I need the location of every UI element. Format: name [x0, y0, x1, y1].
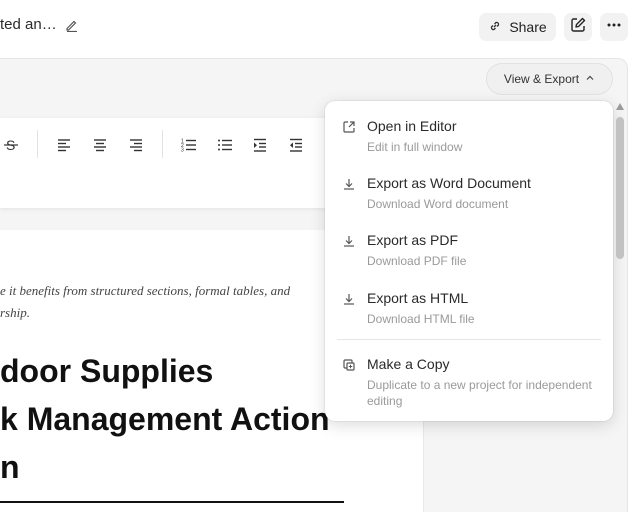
document-title[interactable]: ted an… — [0, 16, 79, 33]
menu-item-label: Open in Editor — [367, 118, 457, 134]
intro-line: e it benefits from structured sections, … — [0, 283, 291, 298]
link-icon — [488, 19, 502, 36]
intro-line: rship. — [0, 305, 30, 320]
view-export-menu: Open in Editor Edit in full window Expor… — [325, 101, 613, 421]
menu-item-export-html[interactable]: Export as HTML Download HTML file — [325, 290, 613, 330]
menu-divider — [337, 339, 601, 340]
external-link-icon — [342, 120, 356, 134]
download-icon — [342, 292, 356, 306]
chevron-up-icon — [585, 72, 595, 86]
heading-line: n — [0, 449, 20, 485]
toolbar-divider — [37, 130, 38, 158]
heading-line: door Supplies — [0, 353, 214, 389]
align-left-icon[interactable] — [55, 136, 73, 154]
view-export-label: View & Export — [503, 72, 580, 86]
scroll-up-arrow-icon[interactable] — [616, 103, 624, 110]
menu-item-export-word[interactable]: Export as Word Document Download Word do… — [325, 175, 613, 215]
menu-item-description: Edit in full window — [367, 140, 463, 154]
heading-rule — [0, 501, 344, 503]
menu-item-description: Download Word document — [367, 197, 509, 211]
align-right-icon[interactable] — [127, 136, 145, 154]
menu-item-make-copy[interactable]: Make a Copy Duplicate to a new project f… — [325, 356, 613, 408]
share-button[interactable]: Share — [479, 13, 556, 41]
share-label: Share — [509, 19, 547, 35]
indent-icon[interactable] — [251, 136, 269, 154]
download-icon — [342, 177, 356, 191]
menu-item-export-pdf[interactable]: Export as PDF Download PDF file — [325, 232, 613, 272]
document-title-text: ted an… — [0, 16, 57, 33]
copy-icon — [342, 358, 356, 372]
compose-icon — [569, 16, 587, 39]
align-center-icon[interactable] — [91, 136, 109, 154]
menu-item-label: Make a Copy — [367, 356, 450, 372]
pencil-icon[interactable] — [65, 18, 79, 32]
scrollbar-thumb[interactable] — [616, 117, 624, 259]
outdent-icon[interactable] — [287, 136, 305, 154]
strikethrough-icon[interactable]: S — [2, 136, 20, 154]
more-horizontal-icon — [606, 17, 622, 38]
document-heading: door Supplies k Management Action n — [0, 347, 330, 491]
compose-button[interactable] — [564, 13, 592, 41]
menu-item-description: Download HTML file — [367, 312, 475, 326]
top-bar: ted an… Share — [0, 0, 644, 52]
menu-item-description: Duplicate to a new project for independe… — [367, 378, 592, 408]
bullet-list-icon[interactable] — [216, 136, 234, 154]
download-icon — [342, 234, 356, 248]
more-options-button[interactable] — [600, 13, 628, 41]
menu-item-label: Export as HTML — [367, 290, 469, 306]
heading-line: k Management Action — [0, 401, 330, 437]
toolbar-divider — [162, 130, 163, 158]
ordered-list-icon[interactable]: 123 — [180, 136, 198, 154]
svg-text:3: 3 — [181, 148, 184, 154]
menu-item-description: Download PDF file — [367, 254, 467, 268]
view-export-button[interactable]: View & Export — [486, 63, 613, 95]
menu-item-label: Export as Word Document — [367, 175, 531, 191]
menu-item-open-in-editor[interactable]: Open in Editor Edit in full window — [325, 118, 613, 158]
menu-item-label: Export as PDF — [367, 232, 459, 248]
intro-paragraph: e it benefits from structured sections, … — [0, 280, 330, 324]
vertical-scrollbar[interactable] — [614, 101, 626, 512]
